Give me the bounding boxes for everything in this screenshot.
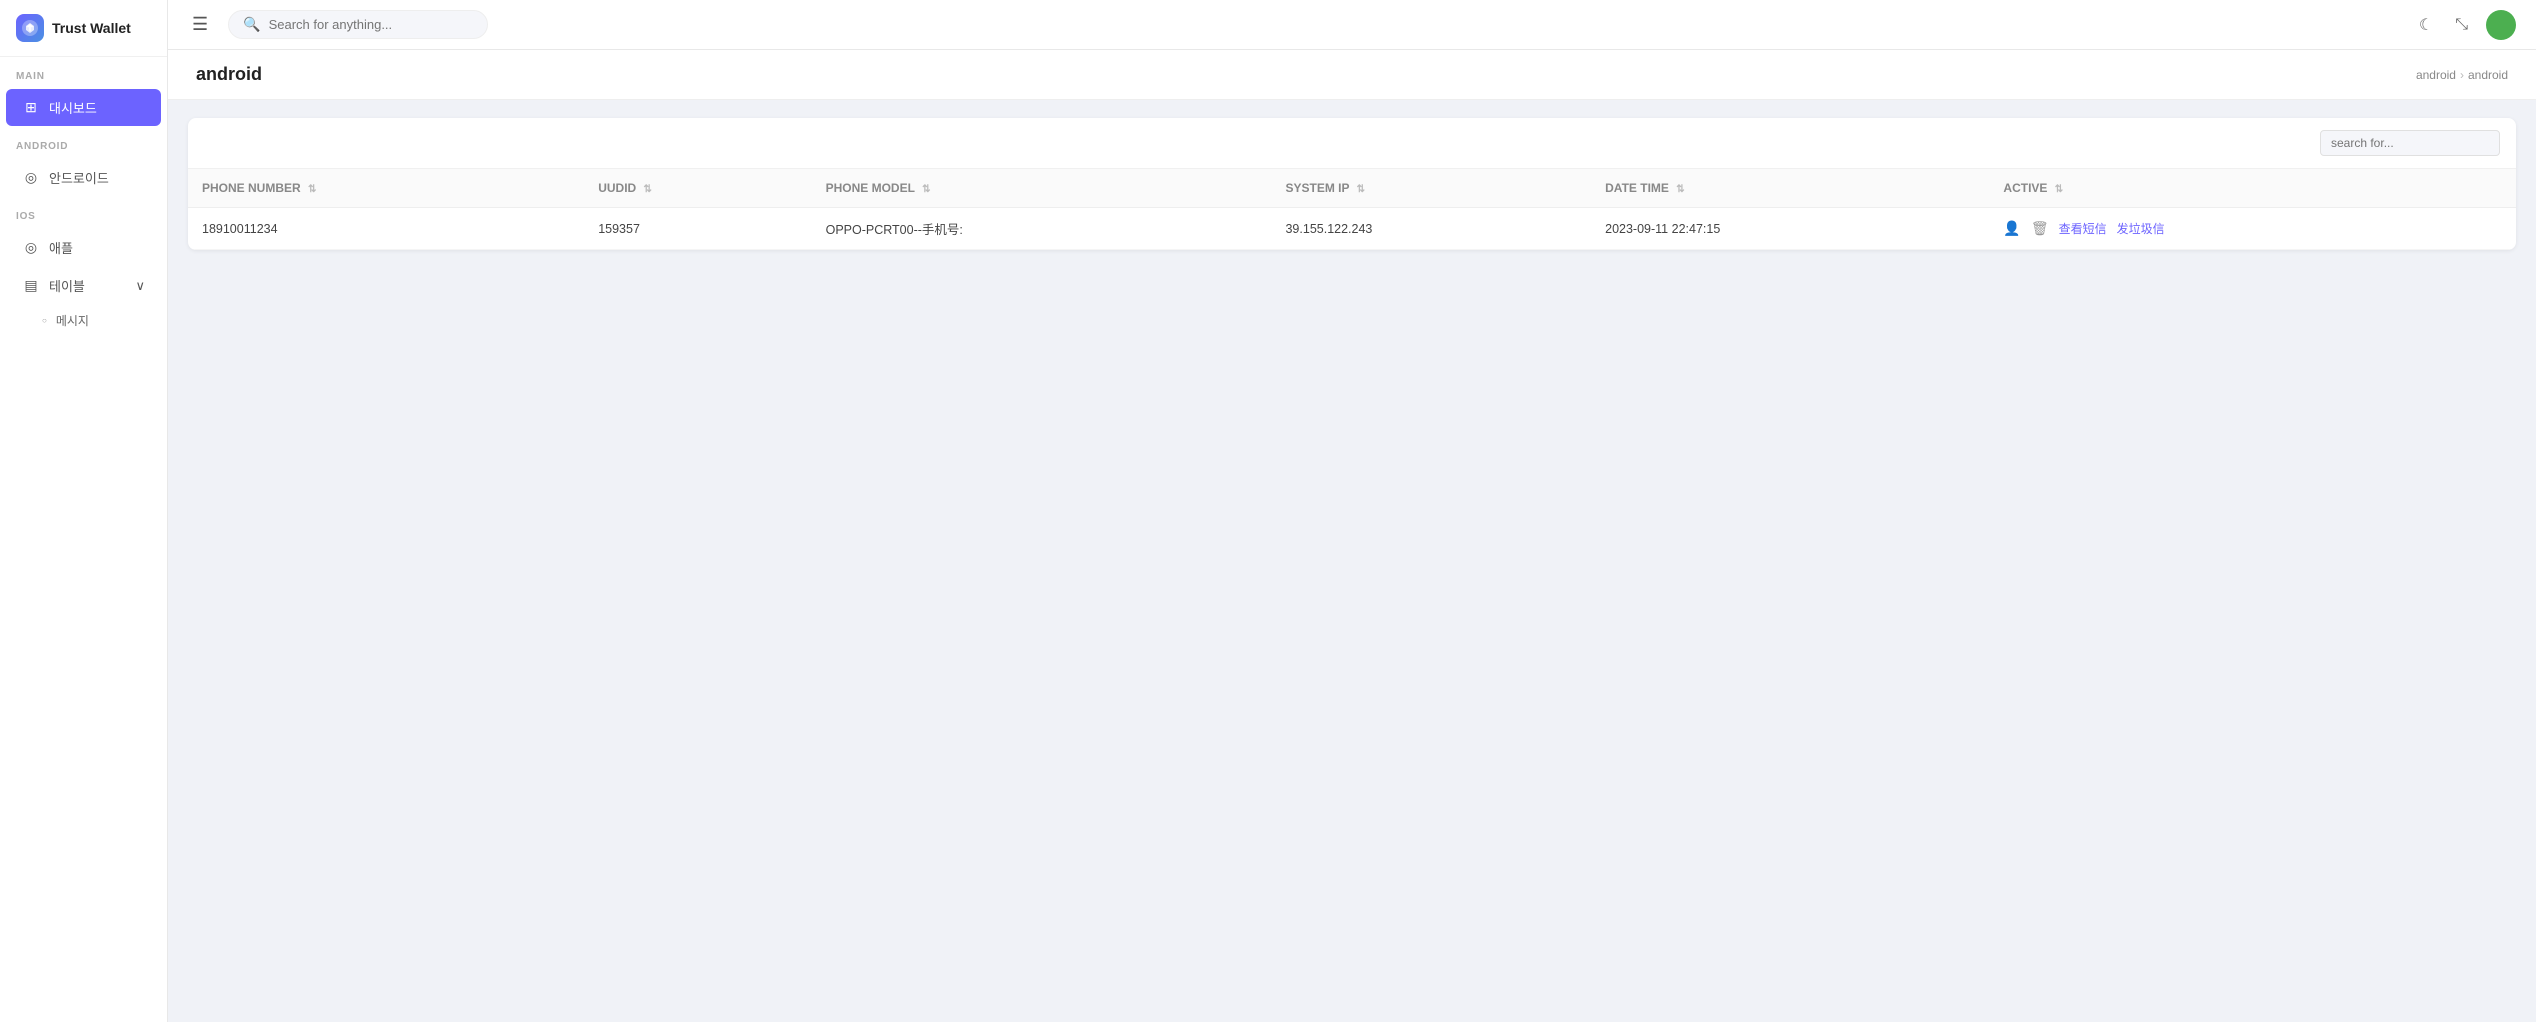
cell-phone-number: 18910011234 xyxy=(188,208,584,250)
section-label-ios: IOS xyxy=(0,197,167,228)
search-bar: 🔍 xyxy=(228,10,488,39)
col-phone-model[interactable]: PHONE MODEL ⇅ xyxy=(812,169,1272,208)
active-link-spam[interactable]: 发垃圾信 xyxy=(2117,220,2165,237)
app-name: Trust Wallet xyxy=(52,20,131,36)
table-card: PHONE NUMBER ⇅ UUDID ⇅ PHONE MODEL ⇅ S xyxy=(188,118,2516,250)
section-label-main: MAIN xyxy=(0,57,167,88)
sidebar-item-apples[interactable]: ◎ 애플 xyxy=(6,229,161,266)
sort-icon-uudid: ⇅ xyxy=(644,184,652,195)
apples-icon: ◎ xyxy=(22,239,40,256)
col-date-time-label: DATE TIME xyxy=(1605,181,1669,195)
table-toolbar xyxy=(188,118,2516,169)
sidebar-subitem-label-message: 메시지 xyxy=(56,312,89,329)
col-active-label: ACTIVE xyxy=(2003,181,2047,195)
col-uudid-label: UUDID xyxy=(598,181,636,195)
page-title: android xyxy=(196,64,262,85)
sort-icon-date-time: ⇅ xyxy=(1676,184,1684,195)
sidebar-item-dashboard[interactable]: ⊞ 대시보드 xyxy=(6,89,161,126)
table-header-row: PHONE NUMBER ⇅ UUDID ⇅ PHONE MODEL ⇅ S xyxy=(188,169,2516,208)
col-phone-model-label: PHONE MODEL xyxy=(826,181,915,195)
person-icon[interactable]: 👤 xyxy=(2003,220,2020,237)
active-link-view[interactable]: 查看短信 xyxy=(2059,220,2107,237)
cell-uudid: 159357 xyxy=(584,208,811,250)
sidebar-item-android[interactable]: ◎ 안드로이드 xyxy=(6,159,161,196)
section-label-android: ANDROID xyxy=(0,127,167,158)
trash-icon[interactable]: 🗑 xyxy=(2031,220,2049,237)
breadcrumb-item-1: android xyxy=(2416,68,2456,82)
col-uudid[interactable]: UUDID ⇅ xyxy=(584,169,811,208)
topbar: ☰ 🔍 ☾ ⤡ xyxy=(168,0,2536,50)
col-active[interactable]: ACTIVE ⇅ xyxy=(1989,169,2516,208)
cell-active: 👤 🗑 查看短信 发垃圾信 xyxy=(1989,208,2516,250)
sidebar-logo: Trust Wallet xyxy=(0,0,167,57)
sidebar-section-ios: IOS ◎ 애플 ▤ 테이블 ∨ 메시지 xyxy=(0,197,167,336)
sidebar-section-main: MAIN ⊞ 대시보드 xyxy=(0,57,167,127)
sidebar: Trust Wallet MAIN ⊞ 대시보드 ANDROID ◎ 안드로이드… xyxy=(0,0,168,1022)
sidebar-subitem-message[interactable]: 메시지 xyxy=(0,305,167,336)
cell-date-time: 2023-09-11 22:47:15 xyxy=(1591,208,1989,250)
sidebar-item-label-dashboard: 대시보드 xyxy=(49,98,97,117)
dark-mode-button[interactable]: ☾ xyxy=(2415,11,2437,39)
main-content: ☰ 🔍 ☾ ⤡ android android › android xyxy=(168,0,2536,1022)
table-row: 18910011234 159357 OPPO-PCRT00--手机号: 39.… xyxy=(188,208,2516,250)
sort-icon-system-ip: ⇅ xyxy=(1357,184,1365,195)
logo-icon xyxy=(16,14,44,42)
col-date-time[interactable]: DATE TIME ⇅ xyxy=(1591,169,1989,208)
col-phone-number[interactable]: PHONE NUMBER ⇅ xyxy=(188,169,584,208)
page-header: android android › android xyxy=(168,50,2536,100)
breadcrumb: android › android xyxy=(2416,68,2508,82)
hamburger-button[interactable]: ☰ xyxy=(188,10,212,39)
avatar[interactable] xyxy=(2486,10,2516,40)
search-input[interactable] xyxy=(269,17,469,32)
fullscreen-button[interactable]: ⤡ xyxy=(2451,12,2472,38)
android-icon: ◎ xyxy=(22,169,40,186)
sidebar-item-table[interactable]: ▤ 테이블 ∨ xyxy=(6,267,161,304)
sidebar-section-android: ANDROID ◎ 안드로이드 xyxy=(0,127,167,197)
page-body: PHONE NUMBER ⇅ UUDID ⇅ PHONE MODEL ⇅ S xyxy=(168,100,2536,1022)
breadcrumb-item-2: android xyxy=(2468,68,2508,82)
search-icon: 🔍 xyxy=(243,16,260,33)
col-system-ip-label: SYSTEM IP xyxy=(1285,181,1349,195)
data-table: PHONE NUMBER ⇅ UUDID ⇅ PHONE MODEL ⇅ S xyxy=(188,169,2516,250)
col-system-ip[interactable]: SYSTEM IP ⇅ xyxy=(1271,169,1591,208)
topbar-actions: ☾ ⤡ xyxy=(2415,10,2516,40)
col-phone-number-label: PHONE NUMBER xyxy=(202,181,301,195)
chevron-down-icon: ∨ xyxy=(135,278,145,294)
dashboard-icon: ⊞ xyxy=(22,99,40,116)
sort-icon-active: ⇅ xyxy=(2055,184,2063,195)
cell-system-ip: 39.155.122.243 xyxy=(1271,208,1591,250)
cell-phone-model: OPPO-PCRT00--手机号: xyxy=(812,208,1272,250)
breadcrumb-separator: › xyxy=(2460,68,2464,82)
table-search-input[interactable] xyxy=(2320,130,2500,156)
table-icon: ▤ xyxy=(22,277,40,294)
sidebar-item-label-apples: 애플 xyxy=(49,238,73,257)
sidebar-item-label-table: 테이블 xyxy=(49,276,85,295)
sidebar-item-label-android: 안드로이드 xyxy=(49,168,109,187)
sort-icon-phone-model: ⇅ xyxy=(922,184,930,195)
sort-icon-phone-number: ⇅ xyxy=(308,184,316,195)
